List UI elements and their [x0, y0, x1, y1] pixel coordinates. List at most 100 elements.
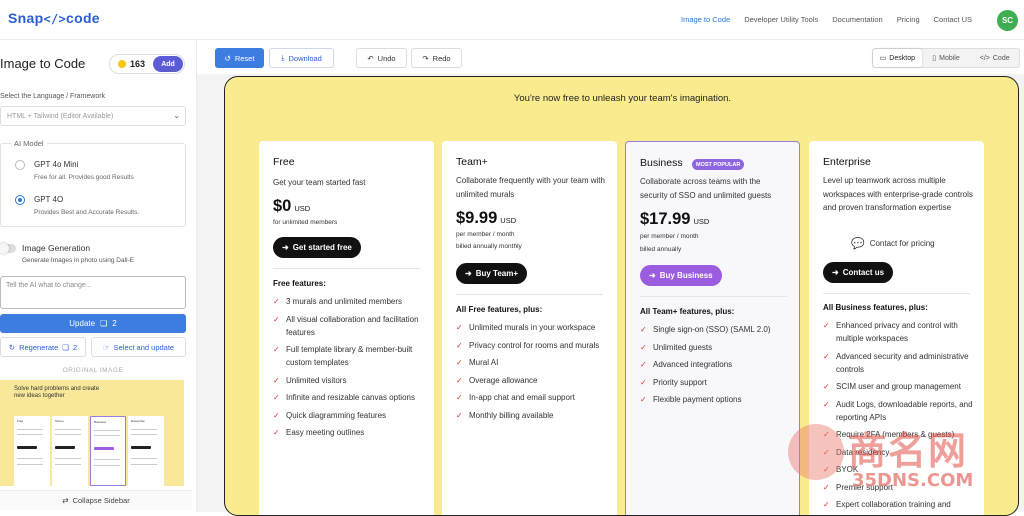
undo-button[interactable]: ↶ Undo: [356, 48, 407, 68]
plan-sub: billed annually monthly: [456, 243, 522, 250]
plan-desc: Collaborate across teams with the securi…: [640, 177, 772, 200]
plan-desc: Get your team started fast: [273, 178, 366, 187]
feature-item: ✓ Mural AI: [456, 356, 606, 369]
feature-item: ✓ Advanced integrations: [640, 358, 790, 371]
language-select[interactable]: HTML + Tailwind (Editor Available) ⌄: [0, 106, 186, 126]
feature-text: Advanced security and administrative con…: [836, 351, 969, 374]
check-icon: ✓: [273, 393, 280, 402]
view-desktop[interactable]: ▭ Desktop: [873, 49, 922, 67]
feature-text: Require 2FA (members & guests): [836, 430, 955, 439]
thumb-title-line: new ideas together: [14, 393, 65, 399]
thumb-line: [94, 435, 120, 436]
code-icon: </>: [979, 54, 990, 62]
get-started-free-button[interactable]: ➜ Get started free: [273, 237, 361, 258]
collapse-sidebar-button[interactable]: ⇄ Collapse Sidebar: [0, 490, 192, 510]
buy-team-button[interactable]: ➜ Buy Team+: [456, 263, 528, 284]
logo[interactable]: Snap</>code: [8, 10, 100, 26]
tagline: You're now free to unleash your team's i…: [513, 93, 732, 104]
contact-for-pricing: 💬 Contact for pricing: [851, 237, 935, 250]
nav-link-pricing[interactable]: Pricing: [897, 15, 920, 24]
plan-card-team: Team+ Collaborate frequently with your t…: [442, 141, 617, 515]
image-generation-toggle[interactable]: [0, 243, 16, 254]
avatar[interactable]: SC: [997, 10, 1018, 31]
check-icon: ✓: [823, 321, 830, 330]
feature-text: Easy meeting outlines: [286, 428, 365, 437]
view-label: Mobile: [939, 54, 960, 62]
plan-name: Free: [273, 156, 295, 168]
radio-gpt4o[interactable]: [15, 195, 25, 205]
plan-name: Team+: [456, 156, 488, 168]
desktop-icon: ▭: [879, 55, 887, 62]
view-mobile[interactable]: ▯ Mobile: [922, 49, 971, 67]
language-label: Select the Language / Framework: [0, 93, 106, 100]
regenerate-button[interactable]: ↻ Regenerate ❏ 2: [0, 337, 86, 357]
feature-item: ✓ Advanced security and administrative co…: [823, 350, 973, 376]
thumb-line: [131, 458, 157, 459]
update-button[interactable]: Update ❏ 2: [0, 314, 186, 333]
redo-icon: ↷: [422, 53, 429, 63]
download-button[interactable]: ⤓ Download: [269, 48, 334, 68]
check-icon: ✓: [456, 358, 463, 367]
feature-text: Data residency: [836, 447, 890, 457]
feature-item: ✓ BYOK: [823, 463, 973, 476]
arrow-right-icon: ➜: [465, 269, 472, 278]
cursor-icon: ☞: [102, 342, 110, 352]
contact-us-button[interactable]: ➜ Contact us: [823, 262, 894, 283]
radio-gpt4o-mini[interactable]: [15, 160, 25, 170]
nav-link-contact[interactable]: Contact US: [934, 15, 972, 24]
chevron-down-icon: ⌄: [173, 111, 180, 120]
cta-label: Contact us: [842, 268, 885, 277]
thumb-line: [17, 429, 43, 430]
logo-text: Snap: [8, 10, 44, 26]
thumb-line: [55, 429, 81, 430]
select-and-update-button[interactable]: ☞ Select and update: [91, 337, 186, 357]
model-desc: Provides Best and Accurate Results.: [34, 209, 140, 216]
preview-frame[interactable]: You're now free to unleash your team's i…: [224, 76, 1019, 516]
feature-text: Full template library & member-built cus…: [286, 345, 413, 367]
prompt-input[interactable]: Tell the AI what to change...: [0, 276, 186, 309]
nav-link-developer-tools[interactable]: Developer Utility Tools: [744, 15, 818, 24]
thumb-line: [131, 464, 157, 465]
nav-link-documentation[interactable]: Documentation: [832, 15, 882, 24]
buy-business-button[interactable]: ➜ Buy Business: [640, 265, 722, 286]
image-gen-desc: Generate Images in photo using Dall-E: [22, 257, 135, 264]
preview-canvas: You're now free to unleash your team's i…: [197, 74, 1024, 516]
check-icon: ✓: [273, 410, 280, 420]
feature-text: Enhanced privacy and control with multip…: [836, 321, 958, 343]
thumb-card: Team+: [52, 416, 88, 486]
feature-text: Overage allowance: [469, 375, 538, 385]
price-currency: USD: [693, 217, 710, 226]
most-popular-badge: MOST POPULAR: [692, 159, 745, 170]
feature-text: SCIM user and group management: [836, 382, 961, 391]
sidebar-title: Image to Code: [0, 56, 86, 71]
check-icon: ✓: [823, 482, 830, 492]
view-code[interactable]: </> Code: [970, 49, 1019, 67]
nav-link-image-to-code[interactable]: Image to Code: [681, 15, 730, 24]
feature-text: 3 murals and unlimited members: [286, 297, 403, 306]
cta-label: Buy Business: [659, 271, 713, 280]
check-icon: ✓: [640, 395, 647, 404]
feature-text: Flexible payment options: [653, 395, 742, 404]
check-icon: ✓: [456, 375, 463, 385]
thumb-line: [94, 430, 120, 431]
plan-name: Business: [640, 157, 683, 169]
plan-desc: Level up teamwork across multiple worksp…: [823, 176, 973, 212]
reset-button[interactable]: ↺ Reset: [215, 48, 264, 68]
thumb-card: Enterprise: [128, 416, 164, 486]
chat-icon: 💬: [851, 238, 865, 250]
thumb-card: Business: [90, 416, 126, 486]
thumb-line: [17, 434, 43, 435]
divider: [640, 296, 787, 297]
original-image-thumbnail[interactable]: Solve hard problems and create new ideas…: [0, 380, 184, 486]
thumb-card-label: Business: [94, 420, 107, 424]
feature-item: ✓ Audit Logs, downloadable reports, and r…: [823, 398, 973, 424]
coin-icon: [118, 60, 126, 68]
plan-sub: per member / month: [640, 233, 699, 240]
feature-item: ✓ Enhanced privacy and control with multi…: [823, 319, 973, 345]
feature-item: ✓ Unlimited guests: [640, 341, 790, 354]
plan-card-free: Free Get your team started fast $0 USD fo…: [259, 141, 434, 515]
redo-button[interactable]: ↷ Redo: [411, 48, 462, 68]
view-switcher: ▭ Desktop ▯ Mobile </> Code: [872, 48, 1020, 68]
add-credits-button[interactable]: Add: [153, 56, 183, 72]
feature-text: Privacy control for rooms and murals: [469, 340, 600, 350]
